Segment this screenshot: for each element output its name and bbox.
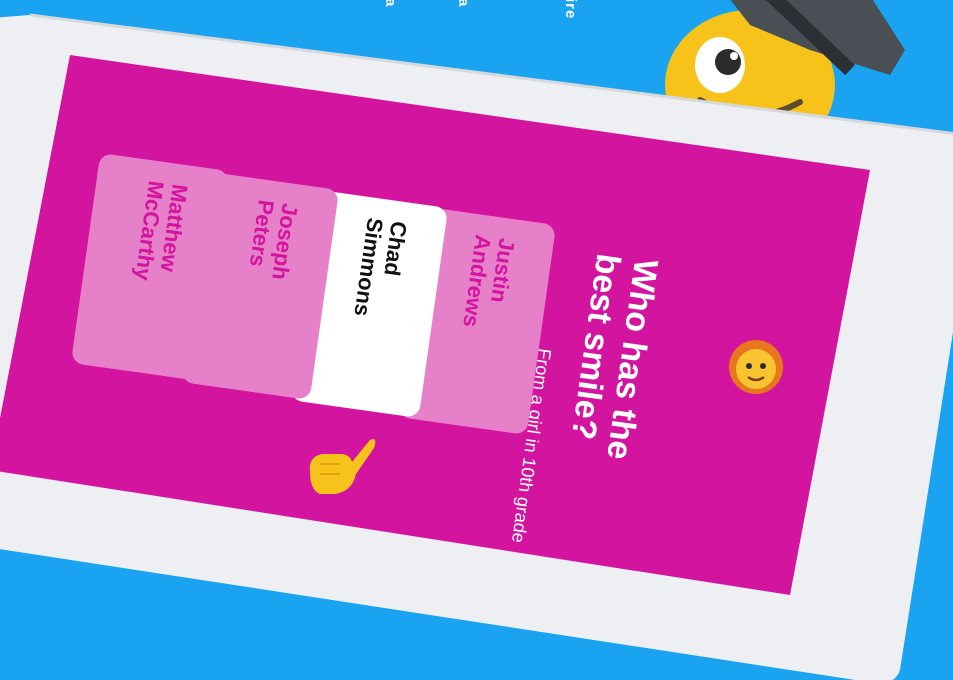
phone-device [0,13,953,680]
